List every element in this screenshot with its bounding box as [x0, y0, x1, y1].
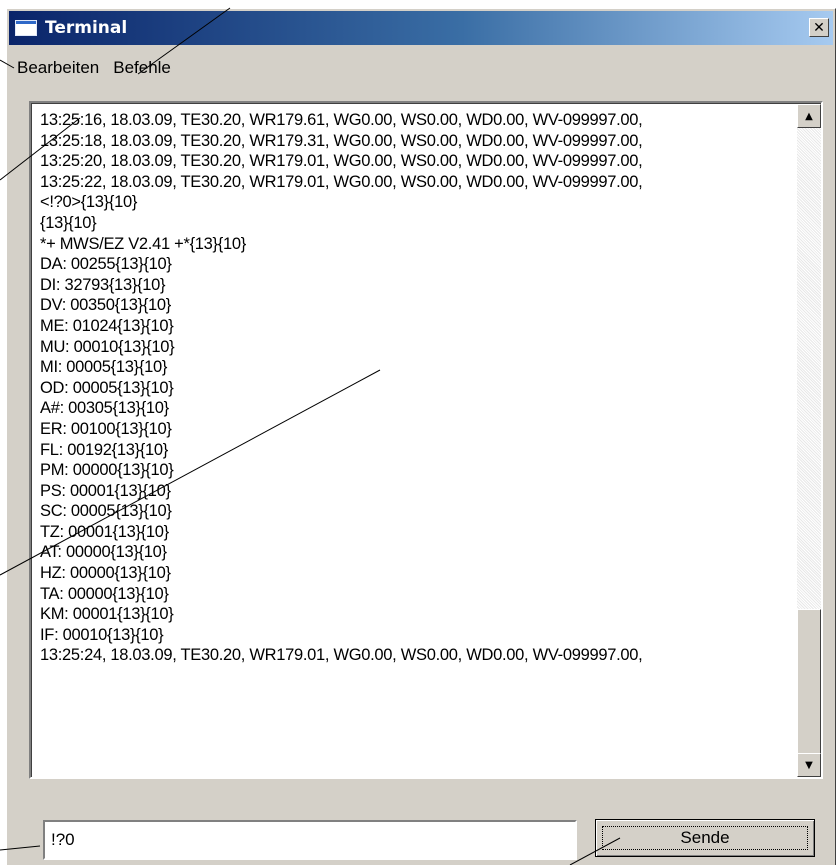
close-button[interactable]: ✕ — [809, 18, 829, 37]
terminal-line: ER: 00100{13}{10} — [40, 419, 172, 438]
terminal-line: SC: 00005{13}{10} — [40, 502, 172, 521]
window-title: Terminal — [45, 18, 128, 38]
menu-befehle[interactable]: Befehle — [113, 58, 179, 86]
menu-bearbeiten[interactable]: Bearbeiten — [17, 58, 107, 86]
terminal-line: KM: 00001{13}{10} — [40, 605, 174, 624]
vertical-scrollbar[interactable]: ▲ ▼ — [797, 104, 821, 777]
terminal-line: HZ: 00000{13}{10} — [40, 564, 171, 583]
terminal-line: MI: 00005{13}{10} — [40, 358, 168, 377]
terminal-line: TA: 00000{13}{10} — [40, 584, 169, 603]
terminal-line: TZ: 00001{13}{10} — [40, 522, 169, 541]
terminal-window: Terminal ✕ Bearbeiten Befehle 13:25:16, … — [6, 8, 836, 865]
terminal-line: MU: 00010{13}{10} — [40, 337, 175, 356]
terminal-line: {13}{10} — [40, 213, 97, 232]
scroll-down-button[interactable]: ▼ — [797, 753, 821, 777]
terminal-line: PM: 00000{13}{10} — [40, 461, 174, 480]
window-icon — [15, 20, 37, 36]
terminal-line: DA: 00255{13}{10} — [40, 255, 172, 274]
terminal-text: 13:25:16, 18.03.09, TE30.20, WR179.61, W… — [40, 110, 791, 777]
terminal-line: IF: 00010{13}{10} — [40, 625, 164, 644]
terminal-line: *+ MWS/EZ V2.41 +*{13}{10} — [40, 234, 246, 253]
send-button-label: Sende — [602, 826, 808, 850]
terminal-line: A#: 00305{13}{10} — [40, 399, 169, 418]
terminal-output[interactable]: 13:25:16, 18.03.09, TE30.20, WR179.61, W… — [29, 101, 823, 779]
terminal-line: OD: 00005{13}{10} — [40, 378, 174, 397]
terminal-line: FL: 00192{13}{10} — [40, 440, 168, 459]
arrow-up-icon: ▲ — [805, 110, 813, 122]
title-bar[interactable]: Terminal ✕ — [9, 11, 833, 45]
terminal-line: AT: 00000{13}{10} — [40, 543, 167, 562]
terminal-line: 13:25:24, 18.03.09, TE30.20, WR179.01, W… — [40, 646, 643, 665]
terminal-line: <!?0>{13}{10} — [40, 193, 138, 212]
terminal-line: ME: 01024{13}{10} — [40, 316, 174, 335]
command-input[interactable] — [43, 820, 577, 860]
terminal-line: 13:25:22, 18.03.09, TE30.20, WR179.01, W… — [40, 172, 643, 191]
scroll-up-button[interactable]: ▲ — [797, 104, 821, 128]
arrow-down-icon: ▼ — [805, 759, 813, 771]
terminal-line: PS: 00001{13}{10} — [40, 481, 171, 500]
terminal-line: DI: 32793{13}{10} — [40, 275, 166, 294]
send-button[interactable]: Sende — [595, 819, 815, 857]
menu-bar: Bearbeiten Befehle — [17, 58, 185, 86]
terminal-line: 13:25:18, 18.03.09, TE30.20, WR179.31, W… — [40, 131, 643, 150]
terminal-line: DV: 00350{13}{10} — [40, 296, 172, 315]
scroll-thumb[interactable] — [797, 609, 821, 754]
terminal-line: 13:25:20, 18.03.09, TE30.20, WR179.01, W… — [40, 152, 643, 171]
terminal-line: 13:25:16, 18.03.09, TE30.20, WR179.61, W… — [40, 111, 643, 129]
